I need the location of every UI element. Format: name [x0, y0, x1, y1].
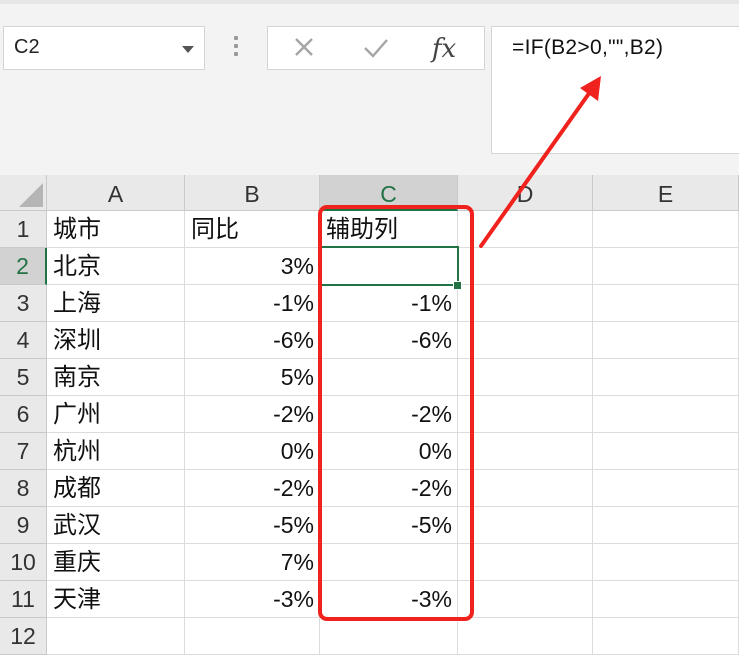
cell-e3[interactable] [593, 285, 739, 322]
column-header-b[interactable]: B [185, 175, 320, 211]
column-header-a[interactable]: A [47, 175, 185, 211]
cell-b7[interactable]: 0% [185, 433, 320, 470]
row-header-9[interactable]: 9 [0, 507, 47, 544]
cell-e5[interactable] [593, 359, 739, 396]
cell-b11[interactable]: -3% [185, 581, 320, 618]
row-header-3[interactable]: 3 [0, 285, 47, 322]
cell-c2[interactable] [320, 248, 458, 285]
cell-b4[interactable]: -6% [185, 322, 320, 359]
cell-b8[interactable]: -2% [185, 470, 320, 507]
cell-d2[interactable] [458, 248, 593, 285]
row-header-8[interactable]: 8 [0, 470, 47, 507]
cell-e11[interactable] [593, 581, 739, 618]
cell-c4[interactable]: -6% [320, 322, 458, 359]
row-header-4[interactable]: 4 [0, 322, 47, 359]
cell-c11[interactable]: -3% [320, 581, 458, 618]
row-header-12[interactable]: 12 [0, 618, 47, 655]
cell-a11[interactable]: 天津 [47, 581, 185, 618]
cell-a4[interactable]: 深圳 [47, 322, 185, 359]
cell-e7[interactable] [593, 433, 739, 470]
drag-handle-icon[interactable] [233, 36, 239, 62]
row-header-5[interactable]: 5 [0, 359, 47, 396]
cell-c7[interactable]: 0% [320, 433, 458, 470]
cell-c5[interactable] [320, 359, 458, 396]
cell-b9[interactable]: -5% [185, 507, 320, 544]
cell-c3[interactable]: -1% [320, 285, 458, 322]
cell-e9[interactable] [593, 507, 739, 544]
cell-d3[interactable] [458, 285, 593, 322]
insert-function-button[interactable]: fx [424, 31, 464, 67]
cell-b1[interactable]: 同比 [185, 211, 320, 248]
cell-a10[interactable]: 重庆 [47, 544, 185, 581]
cell-a12[interactable] [47, 618, 185, 655]
cell-e1[interactable] [593, 211, 739, 248]
ribbon-edge [0, 0, 739, 4]
fill-handle[interactable] [453, 281, 462, 290]
name-box-value: C2 [14, 36, 40, 58]
cancel-icon[interactable] [284, 31, 324, 67]
chevron-down-icon[interactable] [182, 46, 194, 53]
cell-e8[interactable] [593, 470, 739, 507]
column-header-c[interactable]: C [320, 175, 458, 211]
cell-b12[interactable] [185, 618, 320, 655]
cell-a6[interactable]: 广州 [47, 396, 185, 433]
cell-c1[interactable]: 辅助列 [320, 211, 458, 248]
row-header-1[interactable]: 1 [0, 211, 47, 248]
column-header-d[interactable]: D [458, 175, 593, 211]
row-header-7[interactable]: 7 [0, 433, 47, 470]
cell-b6[interactable]: -2% [185, 396, 320, 433]
cell-c9[interactable]: -5% [320, 507, 458, 544]
cell-b10[interactable]: 7% [185, 544, 320, 581]
formula-buttons: fx [267, 26, 485, 70]
cell-c10[interactable] [320, 544, 458, 581]
cell-d7[interactable] [458, 433, 593, 470]
cell-d6[interactable] [458, 396, 593, 433]
cell-a8[interactable]: 成都 [47, 470, 185, 507]
cell-e12[interactable] [593, 618, 739, 655]
cell-e2[interactable] [593, 248, 739, 285]
cell-b3[interactable]: -1% [185, 285, 320, 322]
select-all-button[interactable] [0, 175, 47, 211]
row-header-6[interactable]: 6 [0, 396, 47, 433]
formula-text: =IF(B2>0,"",B2) [512, 36, 664, 59]
cell-a7[interactable]: 杭州 [47, 433, 185, 470]
cell-c12[interactable] [320, 618, 458, 655]
cell-c6[interactable]: -2% [320, 396, 458, 433]
cell-e6[interactable] [593, 396, 739, 433]
cell-d8[interactable] [458, 470, 593, 507]
cell-e4[interactable] [593, 322, 739, 359]
enter-icon[interactable] [356, 31, 396, 67]
cell-b2[interactable]: 3% [185, 248, 320, 285]
cell-a9[interactable]: 武汉 [47, 507, 185, 544]
cell-e10[interactable] [593, 544, 739, 581]
row-header-10[interactable]: 10 [0, 544, 47, 581]
cell-d12[interactable] [458, 618, 593, 655]
cell-d10[interactable] [458, 544, 593, 581]
cell-a2[interactable]: 北京 [47, 248, 185, 285]
cell-d9[interactable] [458, 507, 593, 544]
spreadsheet-grid: A B C D E 1 城市 同比 辅助列 2 北京 3% 3 上海 -1% -1% 4 深圳 -6% -6% 5 南京 5… [0, 175, 739, 655]
cell-d4[interactable] [458, 322, 593, 359]
cell-a1[interactable]: 城市 [47, 211, 185, 248]
cell-d11[interactable] [458, 581, 593, 618]
column-header-e[interactable]: E [593, 175, 739, 211]
cell-d5[interactable] [458, 359, 593, 396]
formula-area: C2 fx =IF(B2>0,"",B2) [0, 0, 739, 175]
cell-b5[interactable]: 5% [185, 359, 320, 396]
row-header-11[interactable]: 11 [0, 581, 47, 618]
row-header-2[interactable]: 2 [0, 248, 47, 285]
cell-d1[interactable] [458, 211, 593, 248]
cell-a3[interactable]: 上海 [47, 285, 185, 322]
cell-c8[interactable]: -2% [320, 470, 458, 507]
name-box[interactable]: C2 [3, 26, 205, 70]
cell-a5[interactable]: 南京 [47, 359, 185, 396]
formula-input[interactable]: =IF(B2>0,"",B2) [491, 26, 739, 154]
